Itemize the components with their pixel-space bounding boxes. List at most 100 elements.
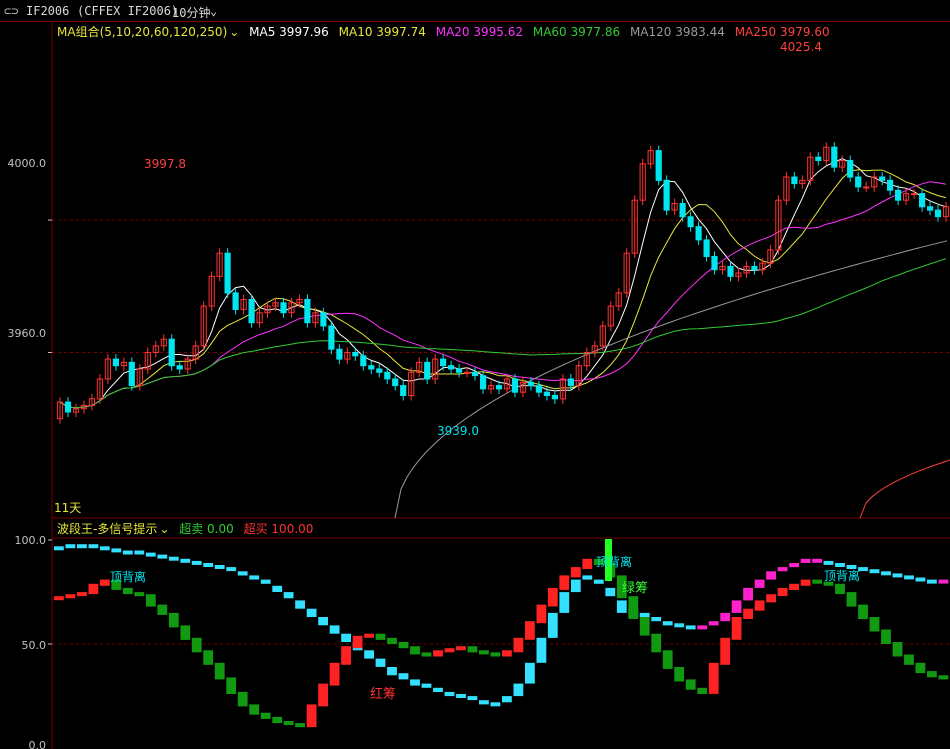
indicator-bar-secondary bbox=[502, 696, 512, 703]
indicator-bar-secondary bbox=[697, 625, 708, 630]
candle bbox=[815, 156, 822, 161]
candle bbox=[424, 361, 431, 380]
indicator-bar-primary bbox=[260, 712, 271, 719]
indicator-bar-secondary bbox=[835, 563, 845, 567]
indicator-bar-primary bbox=[283, 721, 294, 726]
indicator-bar-primary bbox=[582, 558, 593, 570]
indicator-bar-primary bbox=[295, 723, 305, 728]
indicator-bar-primary bbox=[915, 662, 926, 674]
indicator-bar-secondary bbox=[720, 612, 731, 622]
candle bbox=[448, 365, 455, 370]
candle bbox=[495, 385, 503, 390]
indicator-bar-primary bbox=[559, 575, 570, 590]
indicator-bar-primary bbox=[570, 567, 581, 578]
indicator-bar-primary bbox=[65, 594, 76, 599]
indicator-bar-primary bbox=[145, 594, 156, 607]
candle bbox=[232, 292, 239, 310]
indicator-bar-secondary bbox=[605, 587, 616, 597]
candle bbox=[360, 355, 367, 367]
indicator-bar-secondary bbox=[731, 600, 742, 613]
indicator-bar-secondary bbox=[295, 600, 305, 609]
indicator-bar-primary bbox=[54, 596, 64, 601]
indicator-bar-secondary bbox=[157, 554, 168, 559]
indicator-bar-primary bbox=[329, 662, 340, 686]
indicator-bar-primary bbox=[525, 621, 535, 640]
indicator-bar-secondary bbox=[904, 575, 914, 580]
ind-tick-50: 50.0 bbox=[22, 639, 47, 652]
indicator-bar-primary bbox=[536, 604, 547, 624]
indicator-bar-primary bbox=[743, 608, 753, 619]
indicator-bar-secondary bbox=[226, 567, 237, 572]
indicator-bar-primary bbox=[766, 594, 776, 603]
indicator-bar-primary bbox=[547, 587, 558, 607]
indicator-bar-primary bbox=[272, 716, 283, 724]
indicator-bar-secondary bbox=[892, 573, 903, 578]
candle bbox=[911, 193, 918, 196]
indicator-bar-secondary bbox=[410, 679, 420, 686]
indicator-bar-primary bbox=[628, 596, 639, 619]
indicator-bar-primary bbox=[904, 654, 914, 665]
indicator-bar-primary bbox=[122, 587, 133, 595]
indicator-series bbox=[54, 539, 949, 728]
indicator-bar-secondary bbox=[915, 577, 926, 582]
indicator-bar-primary bbox=[754, 600, 765, 611]
candle bbox=[751, 265, 758, 271]
high-right-label: 4025.4 bbox=[780, 40, 822, 54]
indicator-bar-secondary bbox=[203, 563, 214, 567]
indicator-bar-primary bbox=[479, 650, 489, 655]
candle bbox=[927, 206, 934, 211]
candle bbox=[679, 203, 686, 218]
indicator-bar-primary bbox=[927, 671, 937, 678]
candle bbox=[384, 371, 391, 380]
chart-canvas[interactable]: 4000.0 3960.0 100.0 50.0 0.0 3997.8 4025… bbox=[0, 0, 950, 749]
high-left-label: 3997.8 bbox=[144, 157, 186, 171]
top-divergence-1: 顶背离 bbox=[110, 569, 146, 584]
candle bbox=[887, 179, 894, 191]
indicator-bar-secondary bbox=[927, 579, 937, 584]
top-divergence-2: 顶背离 bbox=[596, 554, 632, 569]
indicator-bar-primary bbox=[697, 687, 708, 694]
indicator-bar-secondary bbox=[88, 544, 99, 549]
ma-long-line bbox=[859, 459, 950, 519]
indicator-bar-secondary bbox=[800, 558, 811, 563]
indicator-bar-primary bbox=[674, 667, 685, 682]
candle bbox=[328, 325, 335, 350]
indicator-bar-secondary bbox=[433, 687, 443, 692]
indicator-bar-primary bbox=[800, 579, 811, 586]
indicator-bar-secondary bbox=[616, 600, 627, 613]
indicator-bar-primary bbox=[789, 583, 799, 590]
candle bbox=[376, 368, 383, 373]
candle bbox=[456, 368, 463, 373]
candle bbox=[472, 371, 479, 377]
candle bbox=[551, 395, 558, 400]
indicator-bar-primary bbox=[869, 617, 880, 632]
indicator-bar-primary bbox=[249, 704, 260, 715]
green-chip-label: 绿筹 bbox=[622, 580, 648, 596]
indicator-bar-secondary bbox=[582, 575, 593, 580]
candle bbox=[64, 401, 72, 413]
indicator-bar-primary bbox=[180, 625, 191, 640]
indicator-bar-secondary bbox=[306, 608, 317, 617]
indicator-bar-secondary bbox=[341, 633, 351, 642]
indicator-bar-secondary bbox=[881, 571, 891, 576]
indicator-bar-primary bbox=[651, 633, 662, 653]
candle bbox=[480, 375, 487, 390]
candle bbox=[440, 358, 447, 367]
indicator-bar-secondary bbox=[421, 683, 432, 688]
indicator-bar-secondary bbox=[777, 567, 788, 572]
indicator-bar-secondary bbox=[662, 621, 673, 626]
candle bbox=[400, 385, 407, 397]
indicator-bar-secondary bbox=[467, 696, 478, 701]
candle bbox=[112, 358, 120, 367]
candle bbox=[711, 256, 718, 271]
indicator-bar-primary bbox=[352, 635, 363, 649]
indicator-bar-secondary bbox=[479, 700, 489, 705]
indicator-bar-primary bbox=[398, 642, 409, 649]
indicator-bar-secondary bbox=[237, 571, 248, 576]
indicator-bar-primary bbox=[846, 592, 857, 607]
indicator-bar-secondary bbox=[145, 552, 156, 557]
candle bbox=[934, 209, 942, 218]
candle bbox=[663, 179, 670, 211]
indicator-bar-secondary bbox=[134, 550, 145, 555]
indicator-bar-primary bbox=[720, 637, 731, 665]
